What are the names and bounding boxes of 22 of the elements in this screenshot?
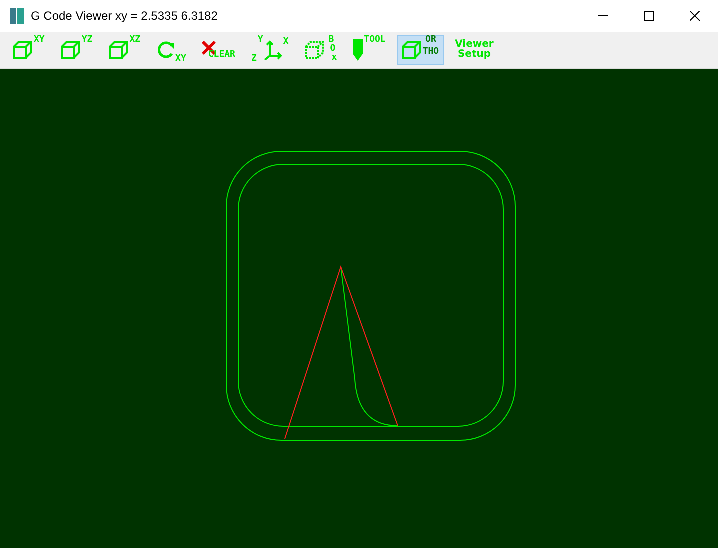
maximize-icon <box>644 11 654 21</box>
rotate-icon <box>156 40 175 60</box>
cube-icon <box>304 41 325 59</box>
ortho-button[interactable]: OR THO <box>396 35 444 65</box>
box-button[interactable]: B O x <box>300 35 342 65</box>
cube-icon <box>108 41 129 59</box>
view-button[interactable]: XY <box>8 35 50 65</box>
viewer-setup-button[interactable]: Viewer Setup <box>450 35 499 65</box>
tool-icon <box>353 39 364 61</box>
cube-icon <box>60 41 81 59</box>
axes-button[interactable]: Z Y X <box>246 35 294 65</box>
cube-icon <box>13 41 33 59</box>
clear-button[interactable]: CLEAR <box>197 35 240 65</box>
view-button[interactable]: YZ <box>56 35 98 65</box>
rotate-button[interactable]: XY <box>152 35 192 65</box>
app-icon <box>9 7 25 25</box>
close-icon <box>690 11 700 21</box>
view-button[interactable]: XZ <box>104 35 146 65</box>
tool-button[interactable]: TOOL <box>348 35 391 65</box>
axes-icon <box>264 40 282 60</box>
cube-icon <box>402 41 422 59</box>
window-title: G Code Viewer xy = 2.5335 6.3182 <box>31 9 219 23</box>
